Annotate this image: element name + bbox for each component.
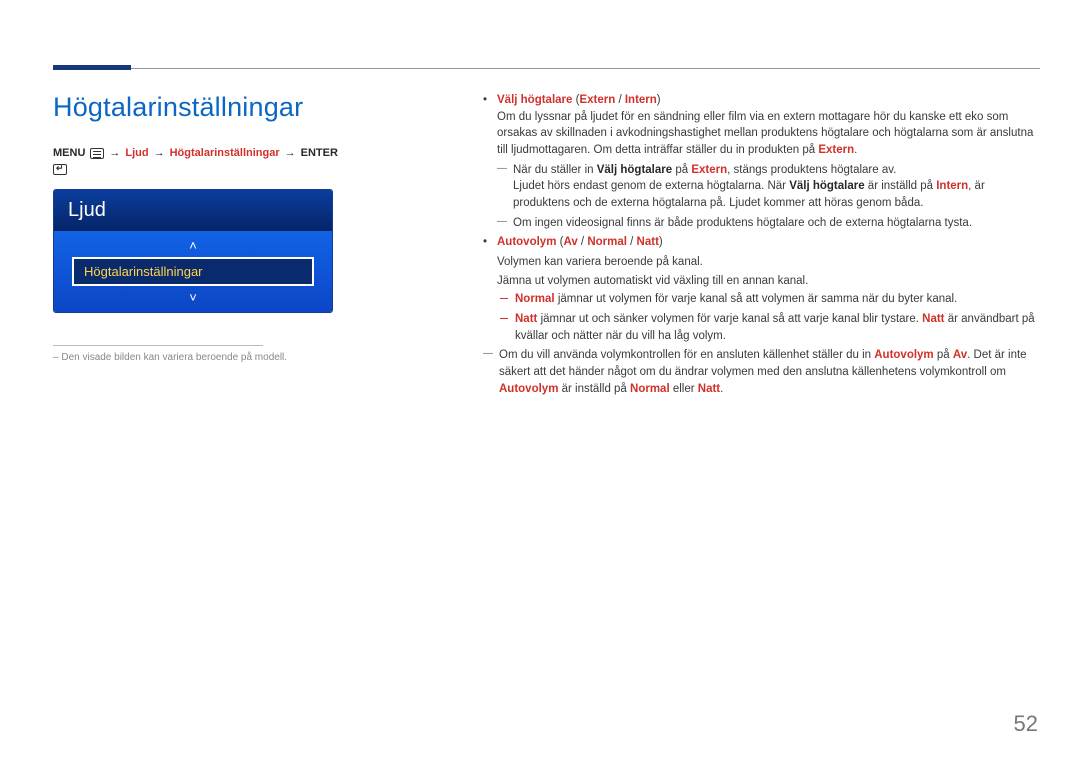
paren: ) — [659, 236, 663, 248]
t: eller — [670, 383, 698, 395]
t: Extern — [691, 164, 727, 176]
opt1-desc-end: . — [854, 144, 857, 156]
option-valj-hogtalare: Välj högtalare (Extern / Intern) Om du l… — [483, 92, 1040, 231]
left-column: Högtalarinställningar MENU → Ljud → Högt… — [53, 92, 353, 400]
header-rule — [53, 68, 1040, 69]
bc-menu: MENU — [53, 147, 85, 159]
dash-normal: Normal jämnar ut volymen för varje kanal… — [497, 291, 1040, 308]
page-title: Högtalarinställningar — [53, 92, 353, 123]
chevron-down-icon[interactable]: ˅ — [72, 289, 314, 306]
t: , stängs produktens högtalare av. — [727, 164, 896, 176]
t: Om du vill använda volymkontrollen för e… — [499, 349, 874, 361]
t: Autovolym — [874, 349, 933, 361]
opt1-desc: Om du lyssnar på ljudet för en sändning … — [497, 109, 1040, 159]
t: Normal — [630, 383, 670, 395]
t: . — [720, 383, 723, 395]
bc-hogtalar: Högtalarinställningar — [170, 147, 280, 159]
tv-menu: Ljud ˄ Högtalarinställningar ˅ — [53, 189, 333, 313]
t: Natt — [922, 313, 944, 325]
opt2-label: Autovolym — [497, 236, 556, 248]
bc-arrow-3: → — [285, 147, 296, 159]
chevron-up-icon[interactable]: ˄ — [72, 237, 314, 254]
t: på — [934, 349, 953, 361]
footnote: – Den visade bilden kan variera beroende… — [53, 352, 353, 363]
t: Av — [953, 349, 967, 361]
enter-icon — [53, 164, 67, 175]
tv-menu-item-hogtalar[interactable]: Högtalarinställningar — [72, 257, 314, 286]
t: Välj högtalare — [597, 164, 672, 176]
note-1-line2: Ljudet hörs endast genom de externa högt… — [513, 178, 1040, 211]
note-3: Om du vill använda volymkontrollen för e… — [483, 347, 1040, 397]
footnote-text: Den visade bilden kan variera beroende p… — [61, 352, 287, 363]
bc-arrow-2: → — [154, 147, 165, 159]
footnote-rule — [53, 345, 263, 346]
t: Intern — [936, 180, 968, 192]
t: jämnar ut volymen för varje kanal så att… — [555, 293, 958, 305]
option-autovolym: Autovolym (Av / Normal / Natt) — [483, 234, 1040, 251]
bc-arrow-1: → — [109, 147, 120, 159]
opt1-extern: Extern — [579, 94, 615, 106]
t: Välj högtalare — [789, 180, 864, 192]
t: När du ställer in — [513, 164, 597, 176]
opt2-natt: Natt — [637, 236, 659, 248]
opt1-intern: Intern — [625, 94, 657, 106]
sep: / — [615, 94, 625, 106]
opt1-desc-text: Om du lyssnar på ljudet för en sändning … — [497, 111, 1033, 156]
t: Natt — [515, 313, 537, 325]
note-2: Om ingen videosignal finns är både produ… — [497, 215, 1040, 232]
opt1-label: Välj högtalare — [497, 94, 572, 106]
bc-enter: ENTER — [301, 147, 338, 159]
header-rule-accent — [53, 65, 131, 70]
page-number: 52 — [1014, 711, 1038, 737]
tv-menu-body: ˄ Högtalarinställningar ˅ — [54, 231, 332, 312]
t: Natt — [698, 383, 720, 395]
t: jämnar ut och sänker volymen för varje k… — [537, 313, 922, 325]
tv-menu-title: Ljud — [54, 190, 332, 231]
opt2-desc2: Jämna ut volymen automatiskt vid växling… — [497, 273, 1040, 290]
sep: / — [627, 236, 637, 248]
paren: ) — [657, 94, 661, 106]
opt2-av: Av — [563, 236, 577, 248]
breadcrumb: MENU → Ljud → Högtalarinställningar → EN… — [53, 147, 353, 175]
menu-icon — [90, 148, 104, 159]
t: Ljudet hörs endast genom de externa högt… — [513, 180, 789, 192]
opt1-desc-extern: Extern — [818, 144, 854, 156]
dash-natt: Natt jämnar ut och sänker volymen för va… — [497, 311, 1040, 344]
t: är inställd på — [865, 180, 937, 192]
note-1: När du ställer in Välj högtalare på Exte… — [497, 162, 1040, 212]
page-content: Högtalarinställningar MENU → Ljud → Högt… — [53, 92, 1040, 400]
t: är inställd på — [558, 383, 630, 395]
sep: / — [578, 236, 588, 248]
t: Normal — [515, 293, 555, 305]
right-column: Välj högtalare (Extern / Intern) Om du l… — [483, 92, 1040, 400]
opt2-desc1: Volymen kan variera beroende på kanal. — [497, 254, 1040, 271]
t: på — [672, 164, 691, 176]
bc-ljud: Ljud — [125, 147, 148, 159]
t: Autovolym — [499, 383, 558, 395]
opt2-normal: Normal — [587, 236, 627, 248]
